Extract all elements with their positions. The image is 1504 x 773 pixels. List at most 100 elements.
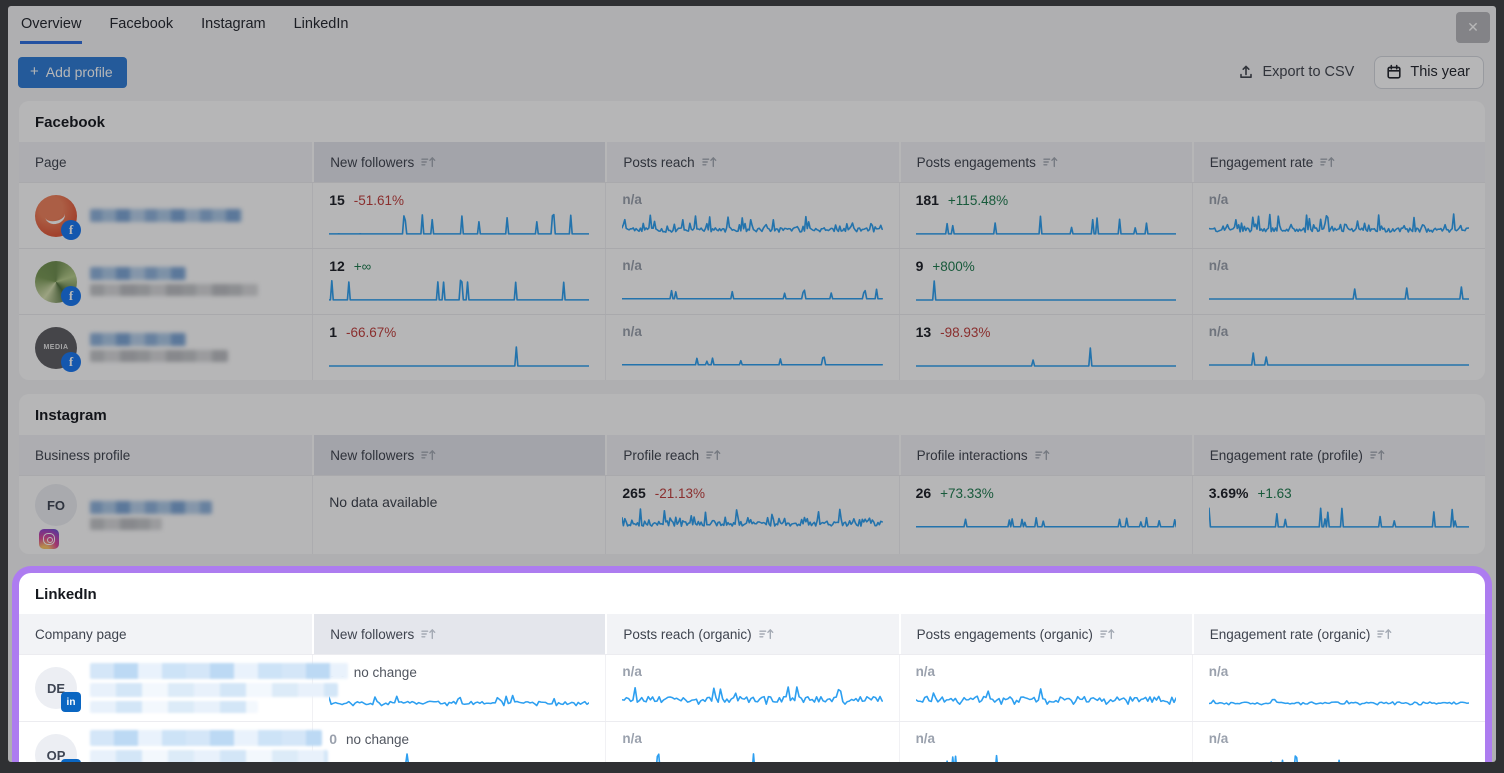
- instagram-row-1[interactable]: FONo data available265-21.13%26+73.33%3.…: [19, 475, 1485, 554]
- metric-value: n/a: [622, 192, 642, 207]
- tab-overview[interactable]: Overview: [20, 10, 82, 44]
- metric-value: n/a: [622, 731, 642, 746]
- avatar: f: [35, 261, 77, 303]
- linkedin-row-1[interactable]: DEin74no change n/a n/a n/a: [19, 654, 1485, 721]
- tab-facebook[interactable]: Facebook: [108, 10, 174, 44]
- date-range-label: This year: [1410, 64, 1470, 80]
- metric-value-row: 9+800%: [916, 258, 1176, 274]
- column-header-profile-reach[interactable]: Profile reach: [605, 435, 898, 475]
- metric-value-row: n/a: [1209, 664, 1469, 679]
- metric-value-row: 15-51.61%: [329, 192, 589, 208]
- metric-value-row: n/a: [622, 664, 882, 679]
- close-icon: ✕: [1467, 19, 1479, 36]
- sort-icon: [1035, 449, 1050, 461]
- date-range-button[interactable]: This year: [1374, 56, 1484, 89]
- column-header-label: Page: [35, 155, 67, 170]
- plus-icon: +: [30, 64, 39, 79]
- avatar: FO: [35, 484, 77, 546]
- facebook-row-1[interactable]: f15-51.61%n/a181+115.48%n/a: [19, 182, 1485, 248]
- metric-value-row: n/a: [916, 731, 1176, 746]
- column-header-engagement-rate-profile[interactable]: Engagement rate (profile): [1192, 435, 1485, 475]
- section-linkedin: LinkedInCompany pageNew followersPosts r…: [19, 573, 1485, 762]
- profile-cell[interactable]: DEin: [19, 655, 312, 721]
- metric-value: 13: [916, 324, 932, 340]
- redacted-name-line: [90, 701, 258, 713]
- column-header-engagement-rate-organic[interactable]: Engagement rate (organic): [1192, 614, 1485, 654]
- metric-value: n/a: [1209, 258, 1229, 273]
- column-header-posts-engagements[interactable]: Posts engagements: [899, 142, 1192, 182]
- sort-icon: [1043, 156, 1058, 168]
- profile-cell[interactable]: f: [19, 183, 312, 248]
- redacted-name-line: [90, 209, 242, 222]
- export-csv-button[interactable]: Export to CSV: [1238, 64, 1354, 80]
- profile-cell[interactable]: MEDIAf: [19, 315, 312, 380]
- column-header-label: Posts engagements: [917, 155, 1036, 170]
- redacted-profile-name: [90, 663, 348, 713]
- column-header-profile-interactions[interactable]: Profile interactions: [899, 435, 1192, 475]
- metric-cell-posts-reach: n/a: [605, 183, 898, 248]
- facebook-row-2[interactable]: f 12 +∞ n/a 9+800% n/a: [19, 248, 1485, 314]
- linkedin-row-2[interactable]: OPin0no changen/an/an/a: [19, 721, 1485, 762]
- table-header-linkedin: Company pageNew followersPosts reach (or…: [19, 614, 1485, 654]
- tab-label: Overview: [21, 16, 81, 32]
- app-window: { "tabs": { "items": [ { "label": "Overv…: [0, 0, 1504, 773]
- linkedin-badge-icon: in: [61, 759, 81, 762]
- metric-value-row: n/a: [916, 664, 1176, 679]
- add-profile-button[interactable]: + Add profile: [18, 57, 127, 88]
- metric-change: -98.93%: [940, 325, 990, 340]
- sparkline-chart: [329, 277, 589, 303]
- facebook-badge-icon: f: [61, 286, 81, 306]
- close-button[interactable]: ✕: [1456, 12, 1490, 43]
- redacted-profile-name: [90, 730, 328, 762]
- sparkline-chart: [622, 682, 882, 708]
- sparkline-chart: [916, 749, 1176, 762]
- metric-cell-posts-engagements: 13 -98.93%: [899, 315, 1192, 380]
- profile-avatar: FO: [35, 484, 77, 526]
- column-header-new-followers[interactable]: New followers: [312, 435, 605, 475]
- linkedin-badge-icon: in: [61, 692, 81, 712]
- metric-change: -51.61%: [354, 193, 404, 208]
- profile-cell[interactable]: FO: [19, 476, 312, 554]
- instagram-badge-icon: [39, 529, 59, 549]
- metric-cell-new-followers: 74no change: [312, 655, 605, 721]
- avatar-text: MEDIA: [43, 344, 68, 351]
- profile-cell[interactable]: OPin: [19, 722, 312, 762]
- metric-value-row: 13 -98.93%: [916, 324, 1176, 340]
- column-header-posts-reach[interactable]: Posts reach: [605, 142, 898, 182]
- tab-instagram[interactable]: Instagram: [200, 10, 266, 44]
- sparkline-chart: [622, 342, 882, 368]
- column-header-posts-reach-organic[interactable]: Posts reach (organic): [605, 614, 898, 654]
- metric-value-row: n/a: [622, 324, 882, 339]
- column-header-label: New followers: [330, 448, 414, 463]
- section-instagram: InstagramBusiness profileNew followersPr…: [19, 394, 1485, 554]
- redacted-profile-name: [90, 209, 242, 222]
- sections-container: FacebookPageNew followersPosts reachPost…: [19, 101, 1485, 762]
- metric-cell-new-followers: 1-66.67%: [312, 315, 605, 380]
- metric-value: n/a: [622, 258, 642, 273]
- redacted-name-line: [90, 284, 258, 296]
- facebook-row-3[interactable]: MEDIAf1-66.67%n/a13-98.93%n/a: [19, 314, 1485, 380]
- column-header-new-followers[interactable]: New followers: [312, 614, 605, 654]
- metric-value: 1: [329, 324, 337, 340]
- metric-value-row: n/a: [622, 192, 882, 207]
- redacted-profile-name: [90, 267, 258, 296]
- tab-linkedin[interactable]: LinkedIn: [293, 10, 350, 44]
- sparkline-chart: [916, 343, 1176, 369]
- column-header-label: Profile interactions: [917, 448, 1028, 463]
- column-header-label: Engagement rate (organic): [1210, 627, 1371, 642]
- column-header-new-followers[interactable]: New followers: [312, 142, 605, 182]
- column-header-engagement-rate[interactable]: Engagement rate: [1192, 142, 1485, 182]
- column-header-posts-engagements-organic[interactable]: Posts engagements (organic): [899, 614, 1192, 654]
- metric-value: 12: [329, 258, 345, 274]
- redacted-name-line: [90, 730, 322, 746]
- section-title-linkedin: LinkedIn: [19, 573, 1485, 614]
- metric-change: +∞: [354, 259, 372, 274]
- no-data-text: No data available: [329, 494, 589, 510]
- sort-icon: [702, 156, 717, 168]
- sparkline-chart: [916, 682, 1176, 708]
- column-header-label: Engagement rate: [1210, 155, 1314, 170]
- profile-cell[interactable]: f: [19, 249, 312, 314]
- metric-value: 265: [622, 485, 645, 501]
- sparkline-chart: [329, 211, 589, 237]
- sparkline-chart: [916, 504, 1176, 530]
